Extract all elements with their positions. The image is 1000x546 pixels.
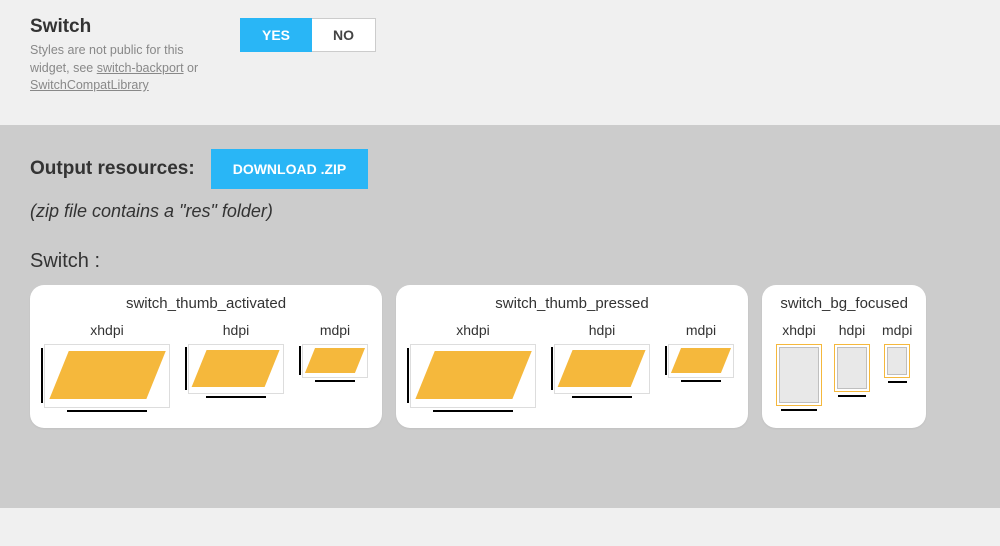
density-label: xhdpi [782,322,815,338]
asset-preview [302,344,368,378]
top-section: Switch Styles are not public for this wi… [0,0,1000,125]
switch-label-column: Switch Styles are not public for this wi… [30,16,210,95]
nine-patch-mark-icon [206,396,266,398]
nine-patch-mark-icon [41,348,43,404]
switch-toggle-group: YES NO [240,18,376,52]
output-section: Output resources: DOWNLOAD .ZIP (zip fil… [0,125,1000,508]
density-label: xhdpi [90,322,123,338]
thumb-shape-icon [415,351,531,399]
density-label: mdpi [686,322,716,338]
asset-preview [884,344,910,378]
switch-description: Styles are not public for this widget, s… [30,42,210,95]
download-zip-button[interactable]: DOWNLOAD .ZIP [211,149,369,189]
card-title: switch_thumb_activated [44,295,368,312]
density-row: xhdpi hdpi mdpi [410,322,734,408]
density-label: hdpi [223,322,249,338]
toggle-no-button[interactable]: NO [312,18,376,52]
link-switchcompatlibrary[interactable]: SwitchCompatLibrary [30,78,149,92]
bg-shape-icon [837,347,867,389]
asset-preview [668,344,734,378]
nine-patch-mark-icon [315,380,356,382]
density-col-hdpi: hdpi [834,322,870,392]
asset-preview [410,344,536,408]
card-switch-thumb-activated: switch_thumb_activated xhdpi hdpi [30,285,382,428]
switch-title: Switch [30,16,210,38]
bg-shape-icon [887,347,907,375]
density-label: mdpi [882,322,912,338]
thumb-shape-icon [671,348,731,373]
nine-patch-mark-icon [572,396,632,398]
output-resources-label: Output resources: [30,158,195,180]
nine-patch-mark-icon [433,410,512,412]
preview-cards-row: switch_thumb_activated xhdpi hdpi [30,285,970,428]
density-col-mdpi: mdpi [302,322,368,378]
density-col-xhdpi: xhdpi [410,322,536,408]
output-header-row: Output resources: DOWNLOAD .ZIP [30,149,970,189]
density-label: hdpi [839,322,865,338]
asset-preview [188,344,284,394]
density-label: mdpi [320,322,350,338]
thumb-shape-icon [49,351,165,399]
density-col-xhdpi: xhdpi [44,322,170,408]
density-col-mdpi: mdpi [882,322,912,378]
asset-preview [554,344,650,394]
switch-section-heading: Switch : [30,250,970,273]
nine-patch-mark-icon [781,409,816,411]
density-col-mdpi: mdpi [668,322,734,378]
asset-preview [44,344,170,408]
density-col-hdpi: hdpi [188,322,284,394]
card-title: switch_bg_focused [776,295,912,312]
card-switch-thumb-pressed: switch_thumb_pressed xhdpi hdpi [396,285,748,428]
density-label: hdpi [589,322,615,338]
nine-patch-mark-icon [299,346,301,375]
density-col-hdpi: hdpi [554,322,650,394]
asset-preview [776,344,822,406]
zip-contents-note: (zip file contains a "res" folder) [30,201,970,222]
card-switch-bg-focused: switch_bg_focused xhdpi hdpi [762,285,926,428]
link-switch-backport[interactable]: switch-backport [97,61,184,75]
switch-desc-mid: or [184,61,199,75]
nine-patch-mark-icon [551,347,553,390]
card-title: switch_thumb_pressed [410,295,734,312]
density-label: xhdpi [456,322,489,338]
nine-patch-mark-icon [67,410,146,412]
density-row: xhdpi hdpi mdpi [44,322,368,408]
thumb-shape-icon [192,350,280,387]
nine-patch-mark-icon [888,381,907,383]
toggle-yes-button[interactable]: YES [240,18,312,52]
density-row: xhdpi hdpi mdpi [776,322,912,406]
thumb-shape-icon [305,348,365,373]
nine-patch-mark-icon [185,347,187,390]
thumb-shape-icon [558,350,646,387]
density-col-xhdpi: xhdpi [776,322,822,406]
asset-preview [834,344,870,392]
nine-patch-mark-icon [407,348,409,404]
bg-shape-icon [779,347,819,403]
nine-patch-mark-icon [838,395,865,397]
nine-patch-mark-icon [681,380,722,382]
nine-patch-mark-icon [665,346,667,375]
